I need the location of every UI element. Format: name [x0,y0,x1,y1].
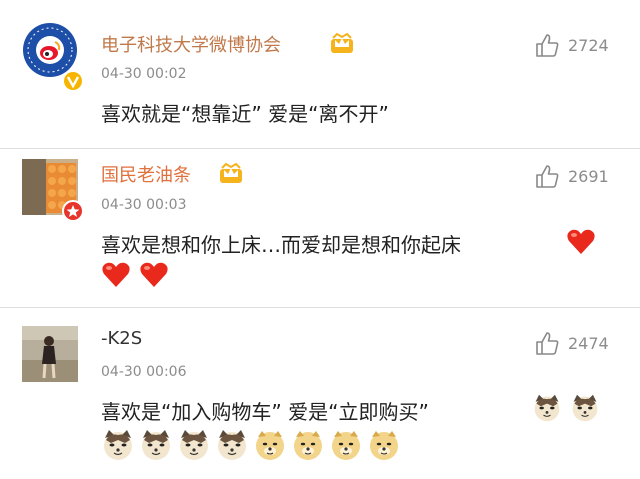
thumbs-up-icon [536,165,559,188]
like-button[interactable]: 2691 [534,163,609,189]
doge-emoji-icon [370,431,398,460]
avatar[interactable] [22,326,78,382]
username[interactable]: -K2S [101,328,142,349]
heart-emoji-icon [140,262,168,287]
doge-emoji-icon [332,431,360,460]
comment-time: 04-30 00:02 [101,66,187,82]
like-count: 2474 [568,333,609,353]
username[interactable]: 国民老油条 [101,161,191,187]
crown-vip-icon [331,32,353,53]
thumbs-up-icon [536,34,559,57]
doge-cat-emoji-icon [104,430,132,460]
like-count: 2724 [568,35,609,55]
doge-cat-emoji-icon [572,394,598,422]
emoji-row [101,261,169,295]
comment-time: 04-30 00:06 [101,364,187,380]
photo-avatar-icon [22,326,78,382]
doge-cat-emoji-icon [534,394,560,422]
crown-vip-icon [220,162,242,183]
doge-emoji-icon [294,431,322,460]
heart-emoji-icon [102,262,130,287]
like-count: 2691 [568,166,609,186]
comment-item: -K2S 04-30 00:06 喜欢是“加入购物车” 爱是“立即购买” 247… [0,308,640,479]
comment-text: 喜欢就是“想靠近” 爱是“离不开” [101,102,389,126]
verified-v-icon [62,70,84,92]
like-button[interactable]: 2474 [534,330,609,356]
doge-cat-emoji-icon [142,430,170,460]
comment-item: 国民老油条 04-30 00:03 喜欢是想和你上床…而爱却是想和你起床 269… [0,149,640,306]
username[interactable]: 电子科技大学微博协会 [101,31,281,57]
emoji-row [101,428,401,462]
thumbs-up-icon [536,332,559,355]
heart-emoji-icon [567,229,595,254]
star-badge-icon [62,200,84,222]
doge-cat-emoji-icon [180,430,208,460]
doge-cat-emoji-icon [218,430,246,460]
comment-item: 电子科技大学微博协会 04-30 00:02 喜欢就是“想靠近” 爱是“离不开”… [0,0,640,148]
comment-text: 喜欢是“加入购物车” 爱是“立即购买” [101,400,429,424]
like-button[interactable]: 2724 [534,32,609,58]
comment-text: 喜欢是想和你上床…而爱却是想和你起床 [101,233,461,257]
doge-emoji-icon [256,431,284,460]
comment-time: 04-30 00:03 [101,197,187,213]
